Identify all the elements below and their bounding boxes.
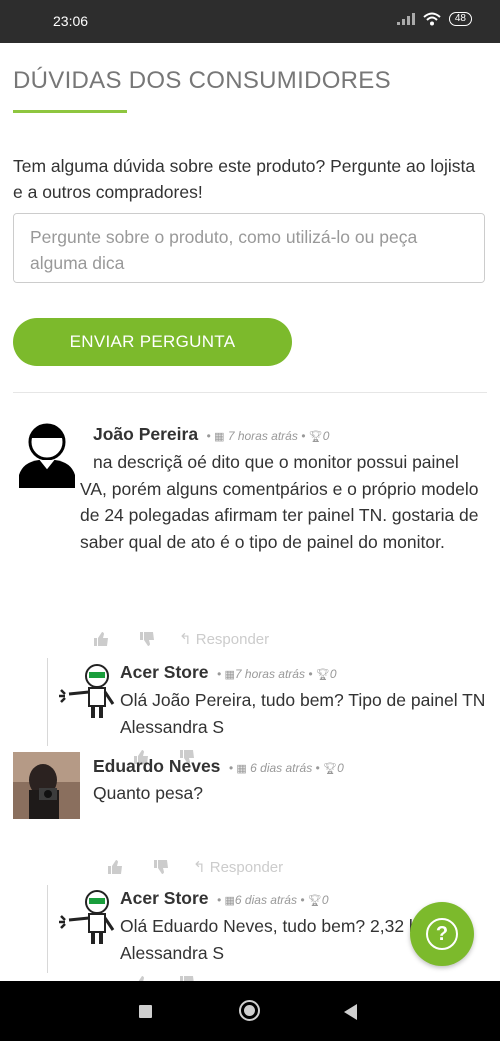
comment-time: 6 dias atrás: [250, 761, 313, 775]
calendar-icon: ▦: [214, 431, 225, 443]
thumbs-down-icon[interactable]: [139, 631, 155, 647]
question-input[interactable]: [13, 213, 485, 283]
status-icons: 48: [396, 12, 472, 26]
vote-count: 0: [322, 429, 330, 443]
title-underline: [13, 110, 127, 113]
avatar-default: [19, 423, 75, 488]
status-time: 23:06: [53, 13, 89, 29]
comment-meta: • ▦ 6 dias atrás • 🏆︎0: [228, 761, 344, 775]
reply-icon: ↰: [179, 631, 192, 648]
reply-meta: • ▦6 dias atrás • 🏆︎0: [216, 893, 329, 907]
calendar-icon: ▦: [224, 669, 235, 681]
section-title: DÚVIDAS DOS CONSUMIDORES: [13, 67, 391, 94]
comment-header: Eduardo Neves • ▦ 6 dias atrás • 🏆︎0: [93, 756, 344, 777]
comment-meta: • ▦ 7 horas atrás • 🏆︎0: [206, 429, 330, 443]
reply-time: 6 dias atrás: [234, 893, 297, 907]
reply-text: Olá João Pereira, tudo bem? Tipo de pain…: [120, 690, 486, 737]
comment-text: Quanto pesa?: [93, 783, 203, 803]
divider: [13, 392, 487, 393]
reply-time: 7 horas atrás: [234, 667, 305, 681]
comment-header: João Pereira • ▦ 7 horas atrás • 🏆︎0: [93, 424, 329, 445]
trophy-icon: 🏆︎: [307, 895, 322, 907]
comment-time: 7 horas atrás: [227, 429, 298, 443]
send-question-button[interactable]: ENVIAR PERGUNTA: [13, 318, 292, 366]
reply-item: Acer Store • ▦7 horas atrás • 🏆︎0 Olá Jo…: [55, 662, 495, 752]
acer-store-avatar: [59, 664, 115, 718]
store-name[interactable]: Acer Store: [120, 888, 209, 908]
calendar-icon: ▦: [236, 763, 247, 775]
reply-text: Olá Eduardo Neves, tudo bem? 2,32 kg Ale…: [120, 916, 428, 963]
acer-store-avatar: [59, 890, 115, 944]
recent-apps-icon[interactable]: [139, 1005, 152, 1018]
comment-item: João Pereira • ▦ 7 horas atrás • 🏆︎0 na …: [0, 418, 500, 764]
battery-icon: 48: [448, 12, 472, 26]
status-bar: 23:06 48: [0, 0, 500, 43]
author-name[interactable]: João Pereira: [93, 424, 198, 444]
back-icon[interactable]: [344, 1004, 357, 1020]
reply-meta: • ▦7 horas atrás • 🏆︎0: [216, 667, 337, 681]
signal-icon: [396, 13, 415, 25]
reply-icon: ↰: [193, 859, 206, 876]
thumbs-down-icon[interactable]: [153, 859, 169, 875]
vote-count: 0: [329, 667, 337, 681]
avatar-photo: [13, 752, 80, 819]
comment-text: na descriçã oé dito que o monitor possui…: [80, 452, 479, 552]
vote-count: 0: [321, 893, 329, 907]
help-button[interactable]: ?: [410, 902, 474, 966]
reply-thread-line: [47, 885, 48, 973]
question-icon: ?: [426, 918, 458, 950]
reply-button[interactable]: ↰ Responder: [179, 630, 269, 648]
author-name[interactable]: Eduardo Neves: [93, 756, 220, 776]
reply-thread-line: [47, 658, 48, 746]
reply-header: Acer Store • ▦7 horas atrás • 🏆︎0: [120, 662, 337, 683]
comment-actions: ↰ Responder: [107, 858, 283, 876]
trophy-icon: 🏆︎: [315, 669, 330, 681]
home-icon[interactable]: [239, 1000, 260, 1021]
trophy-icon: 🏆︎: [323, 763, 338, 775]
trophy-icon: 🏆︎: [308, 431, 323, 443]
reply-header: Acer Store • ▦6 dias atrás • 🏆︎0: [120, 888, 329, 909]
comment-actions: ↰ Responder: [93, 630, 269, 648]
calendar-icon: ▦: [224, 895, 235, 907]
thumbs-up-icon[interactable]: [107, 859, 123, 875]
navigation-bar: [0, 981, 500, 1041]
reply-button[interactable]: ↰ Responder: [193, 858, 283, 876]
section-intro: Tem alguma dúvida sobre este produto? Pe…: [13, 156, 476, 202]
store-name[interactable]: Acer Store: [120, 662, 209, 682]
thumbs-up-icon[interactable]: [93, 631, 109, 647]
wifi-icon: [423, 12, 441, 26]
vote-count: 0: [337, 761, 344, 775]
